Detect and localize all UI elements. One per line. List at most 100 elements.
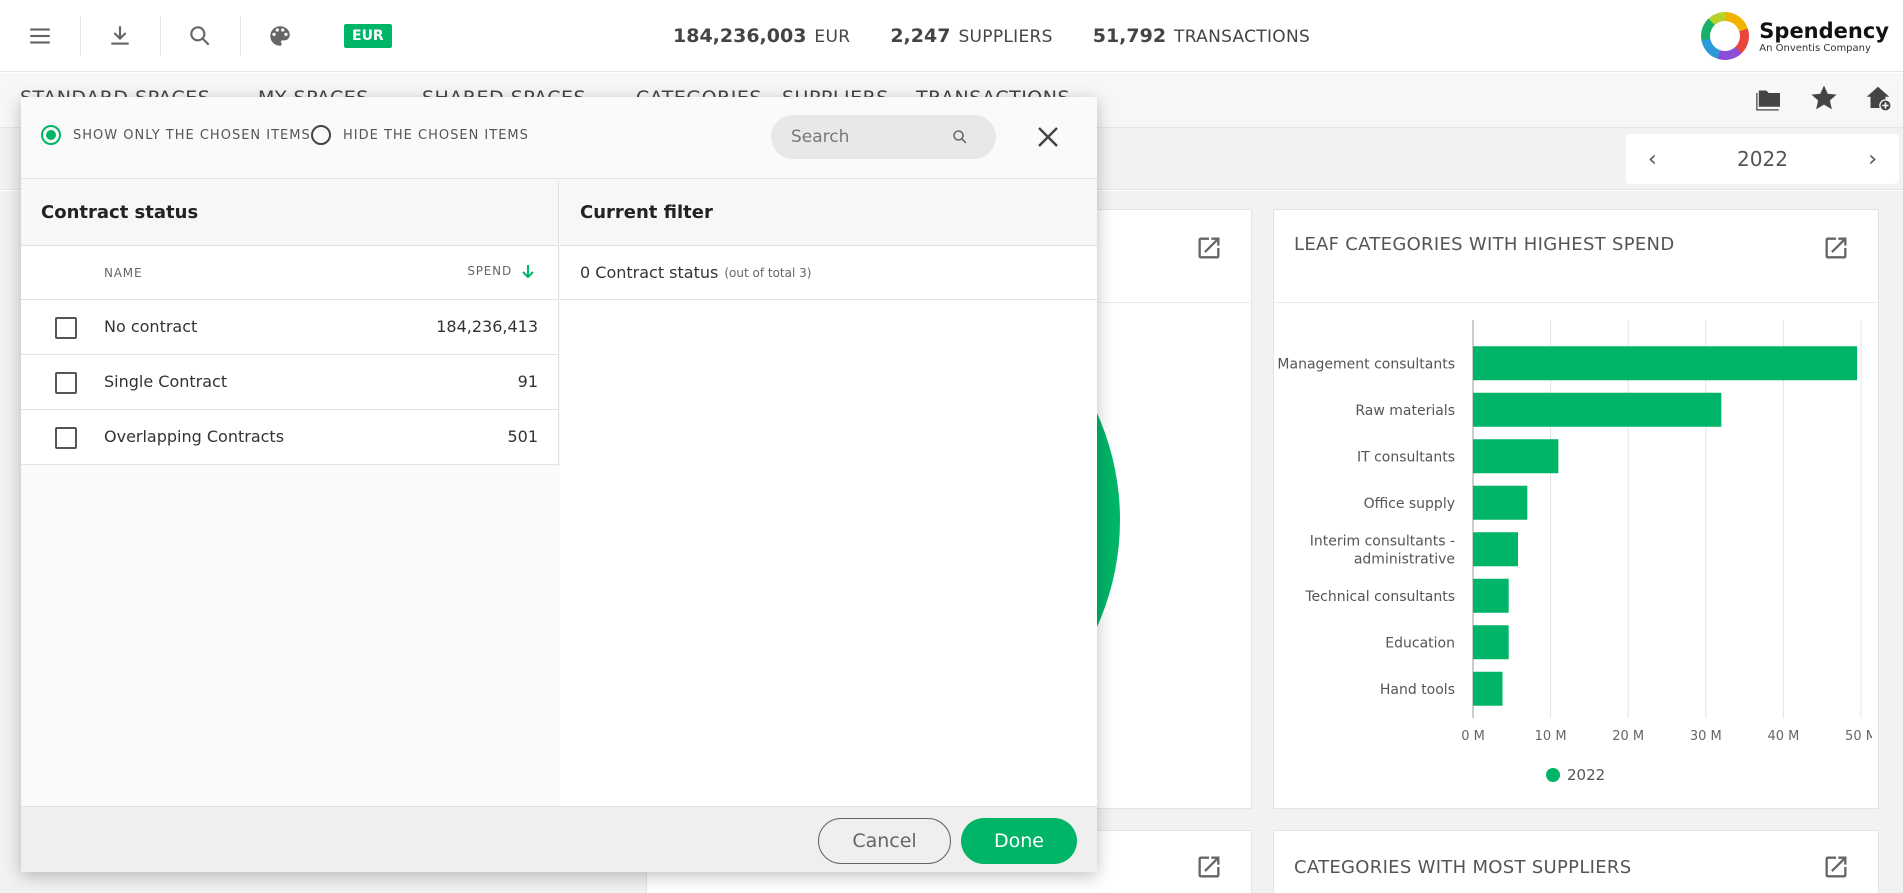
brand-tagline: An Onventis Company [1759, 42, 1871, 54]
year-selector: ‹ 2022 › [1626, 134, 1899, 184]
card-divider [1274, 302, 1878, 303]
stat-suppliers-label: SUPPLIERS [958, 27, 1053, 47]
stat-suppliers: 2,247 SUPPLIERS [890, 25, 1052, 47]
row-checkbox[interactable] [55, 372, 77, 394]
table-row[interactable]: Overlapping Contracts 501 [21, 410, 558, 465]
col-spend-header[interactable]: SPEND [467, 263, 536, 279]
search-icon [953, 130, 967, 144]
stat-transactions-label: TRANSACTIONS [1174, 27, 1311, 47]
current-filter-panel: Current filter 0 Contract status (out of… [560, 180, 1097, 806]
search-button[interactable] [160, 0, 240, 72]
modal-header: SHOW ONLY THE CHOSEN ITEMS HIDE THE CHOS… [21, 97, 1097, 179]
stats-summary: 184,236,003 EUR 2,247 SUPPLIERS 51,792 TRAN… [673, 0, 1310, 72]
bar [1473, 625, 1509, 660]
bar [1473, 485, 1528, 520]
x-tick-label: 40 M [1767, 729, 1799, 744]
download-icon [111, 25, 129, 45]
bar [1473, 532, 1519, 567]
current-filter-summary: 0 Contract status (out of total 3) [560, 246, 1097, 300]
category-label: Office supply [1364, 496, 1455, 512]
search-icon [190, 25, 210, 45]
cancel-button[interactable]: Cancel [818, 818, 951, 864]
category-label: Technical consultants [1304, 589, 1455, 605]
radio-unchecked-icon [311, 125, 331, 145]
year-next-button[interactable]: › [1868, 147, 1877, 172]
bar [1473, 346, 1858, 381]
radio-hide-label: HIDE THE CHOSEN ITEMS [343, 127, 529, 143]
row-name: No contract [104, 317, 198, 336]
open-external-icon[interactable] [1195, 234, 1223, 262]
theme-button[interactable] [240, 0, 320, 72]
category-label: Interim consultants -administrative [1310, 533, 1455, 567]
bar [1473, 392, 1722, 427]
logo-ring-icon [1701, 12, 1750, 60]
leaf-categories-chart: 0 M 10 M 20 M 30 M 40 M 50 M Management consul… [1277, 320, 1872, 784]
stat-spend: 184,236,003 EUR [673, 25, 850, 47]
row-name: Overlapping Contracts [104, 427, 285, 446]
download-button[interactable] [80, 0, 160, 72]
row-spend: 184,236,413 [436, 317, 538, 336]
currency-badge[interactable]: EUR [344, 23, 392, 48]
categories-most-suppliers-title: CATEGORIES WITH MOST SUPPLIERS [1294, 857, 1632, 878]
open-external-icon[interactable] [1195, 853, 1223, 881]
close-button[interactable] [1033, 122, 1063, 152]
legend-swatch [1546, 768, 1560, 782]
close-icon [1038, 127, 1058, 147]
stat-suppliers-value: 2,247 [890, 25, 951, 47]
radio-show-label: SHOW ONLY THE CHOSEN ITEMS [73, 127, 311, 143]
category-label: Education [1385, 635, 1455, 651]
current-filter-total: (out of total 3) [724, 265, 812, 280]
x-tick-label: 50 M [1845, 729, 1872, 744]
leaf-categories-title: LEAF CATEGORIES WITH HIGHEST SPEND [1294, 234, 1675, 255]
row-checkbox[interactable] [55, 317, 77, 339]
brand-logo: Spendency An Onventis Company [1701, 12, 1889, 60]
sort-down-arrow-icon [522, 265, 534, 279]
x-tick-label: 30 M [1690, 729, 1722, 744]
top-bar: EUR 184,236,003 EUR 2,247 SUPPLIERS 51,792… [0, 0, 1903, 72]
stat-transactions-value: 51,792 [1092, 25, 1167, 47]
col-spend-label: SPEND [467, 264, 512, 278]
radio-checked-icon [41, 125, 61, 145]
open-external-icon[interactable] [1822, 234, 1850, 262]
stat-spend-label: EUR [814, 27, 851, 47]
row-spend: 501 [507, 427, 538, 446]
stat-spend-value: 184,236,003 [673, 25, 807, 47]
filter-modal: SHOW ONLY THE CHOSEN ITEMS HIDE THE CHOS… [21, 97, 1097, 872]
options-panel: Contract status NAME SPEND No contract 1… [21, 180, 559, 806]
palette-icon [270, 25, 290, 46]
year-prev-button[interactable]: ‹ [1648, 147, 1657, 172]
radio-hide-chosen[interactable]: HIDE THE CHOSEN ITEMS [311, 125, 529, 145]
bar [1473, 439, 1559, 474]
nav-actions [1755, 83, 1893, 113]
current-filter-title: Current filter [560, 180, 1097, 246]
hamburger-icon [30, 27, 50, 44]
folder-icon[interactable] [1755, 83, 1785, 113]
current-filter-count: 0 Contract status [580, 263, 719, 282]
radio-show-chosen[interactable]: SHOW ONLY THE CHOSEN ITEMS [41, 125, 311, 145]
bar [1473, 578, 1509, 613]
categories-most-suppliers-card: CATEGORIES WITH MOST SUPPLIERS [1273, 830, 1879, 893]
table-row[interactable]: No contract 184,236,413 [21, 300, 558, 355]
table-row[interactable]: Single Contract 91 [21, 355, 558, 410]
options-panel-title: Contract status [21, 180, 558, 246]
year-value: 2022 [1737, 147, 1788, 171]
brand-name: Spendency [1759, 18, 1889, 43]
open-external-icon[interactable] [1822, 853, 1850, 881]
menu-button[interactable] [0, 0, 80, 72]
bar [1473, 671, 1503, 706]
modal-footer: Cancel Done [21, 806, 1097, 872]
search-input[interactable] [791, 127, 951, 147]
row-checkbox[interactable] [55, 427, 77, 449]
category-label: Hand tools [1380, 682, 1455, 698]
category-label: Management consultants [1277, 356, 1455, 372]
x-tick-label: 10 M [1535, 729, 1567, 744]
add-home-icon[interactable] [1863, 83, 1893, 113]
options-empty-area [21, 466, 559, 806]
x-tick-label: 20 M [1612, 729, 1644, 744]
row-name: Single Contract [104, 372, 228, 391]
col-name-header[interactable]: NAME [104, 266, 142, 280]
star-icon[interactable] [1809, 83, 1839, 113]
done-button[interactable]: Done [961, 818, 1077, 864]
category-label: Raw materials [1355, 403, 1455, 419]
options-table-header: NAME SPEND [21, 246, 558, 300]
